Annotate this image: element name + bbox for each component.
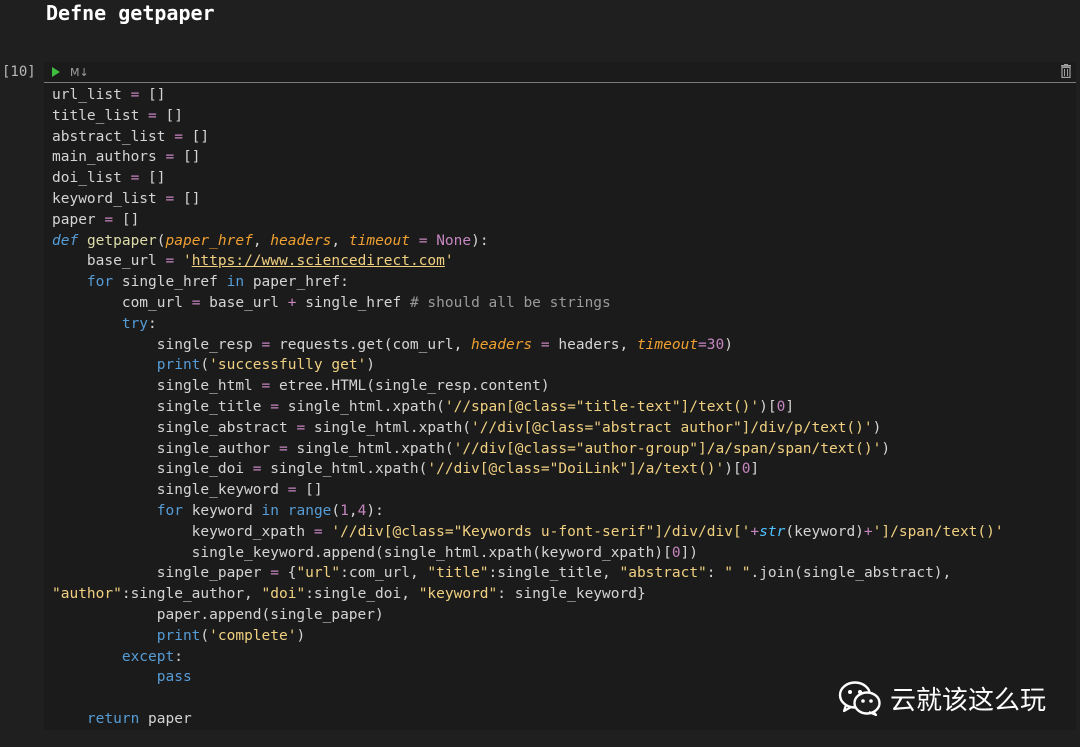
code-line: for single_href in paper_href: [86,274,349,291]
code-line: keyword_xpath = '//div[@class="Keywords … [52,523,1004,540]
code-line: print('successfully get') [156,357,376,374]
code-editor[interactable]: url_list = [] title_list = [] abstract_lis… [52,85,1076,730]
cell-toolbar: M↓ [44,62,1076,83]
code-line: except: [121,648,183,665]
markdown-toggle[interactable]: M↓ [70,66,89,79]
code-line: "author":single_author, "doi":single_doi… [52,586,646,603]
code-line: com_url = base_url + single_href # shoul… [52,294,611,311]
code-line: single_resp = requests.get(com_url, head… [52,336,733,353]
watermark-text: 云就该这么玩 [890,685,1047,716]
trash-icon[interactable] [1060,64,1072,78]
watermark: 云就该这么玩 [838,680,1046,716]
execution-count: [10] [2,64,36,80]
code-line: single_title = single_html.xpath('//span… [52,398,795,415]
code-line: base_url = 'https://www.sciencedirect.co… [52,253,454,270]
code-line: single_keyword.append(single_html.xpath(… [52,544,699,561]
code-line: single_author = single_html.xpath('//div… [52,440,891,457]
code-line: single_doi = single_html.xpath('//div[@c… [52,461,760,478]
code-line: single_paper = {"url":com_url, "title":s… [52,565,952,582]
code-line: single_html = etree.HTML(single_resp.con… [52,378,550,395]
code-line: keyword_list = [] [52,190,201,207]
code-line: doi_list = [] [52,170,166,187]
markdown-heading: Defne getpaper [46,1,215,25]
code-line: for keyword in range(1,4): [156,502,384,519]
code-line: abstract_list = [] [52,128,210,145]
code-cell[interactable]: M↓ url_list = [] title_list = [] abstract_… [44,62,1076,730]
code-line: paper.append(single_paper) [52,606,384,623]
wechat-icon [838,681,881,716]
code-line: def getpaper(paper_href, headers, timeou… [52,232,489,249]
code-line: single_abstract = single_html.xpath('//d… [52,419,882,436]
code-line: print('complete') [156,627,306,644]
code-line: try: [121,315,157,332]
run-cell-icon[interactable] [52,67,60,77]
code-line: single_keyword = [] [52,482,323,499]
code-line: paper = [] [52,211,140,228]
code-line: main_authors = [] [52,149,201,166]
code-line: title_list = [] [52,107,183,124]
code-line: url_list = [] [52,87,166,103]
